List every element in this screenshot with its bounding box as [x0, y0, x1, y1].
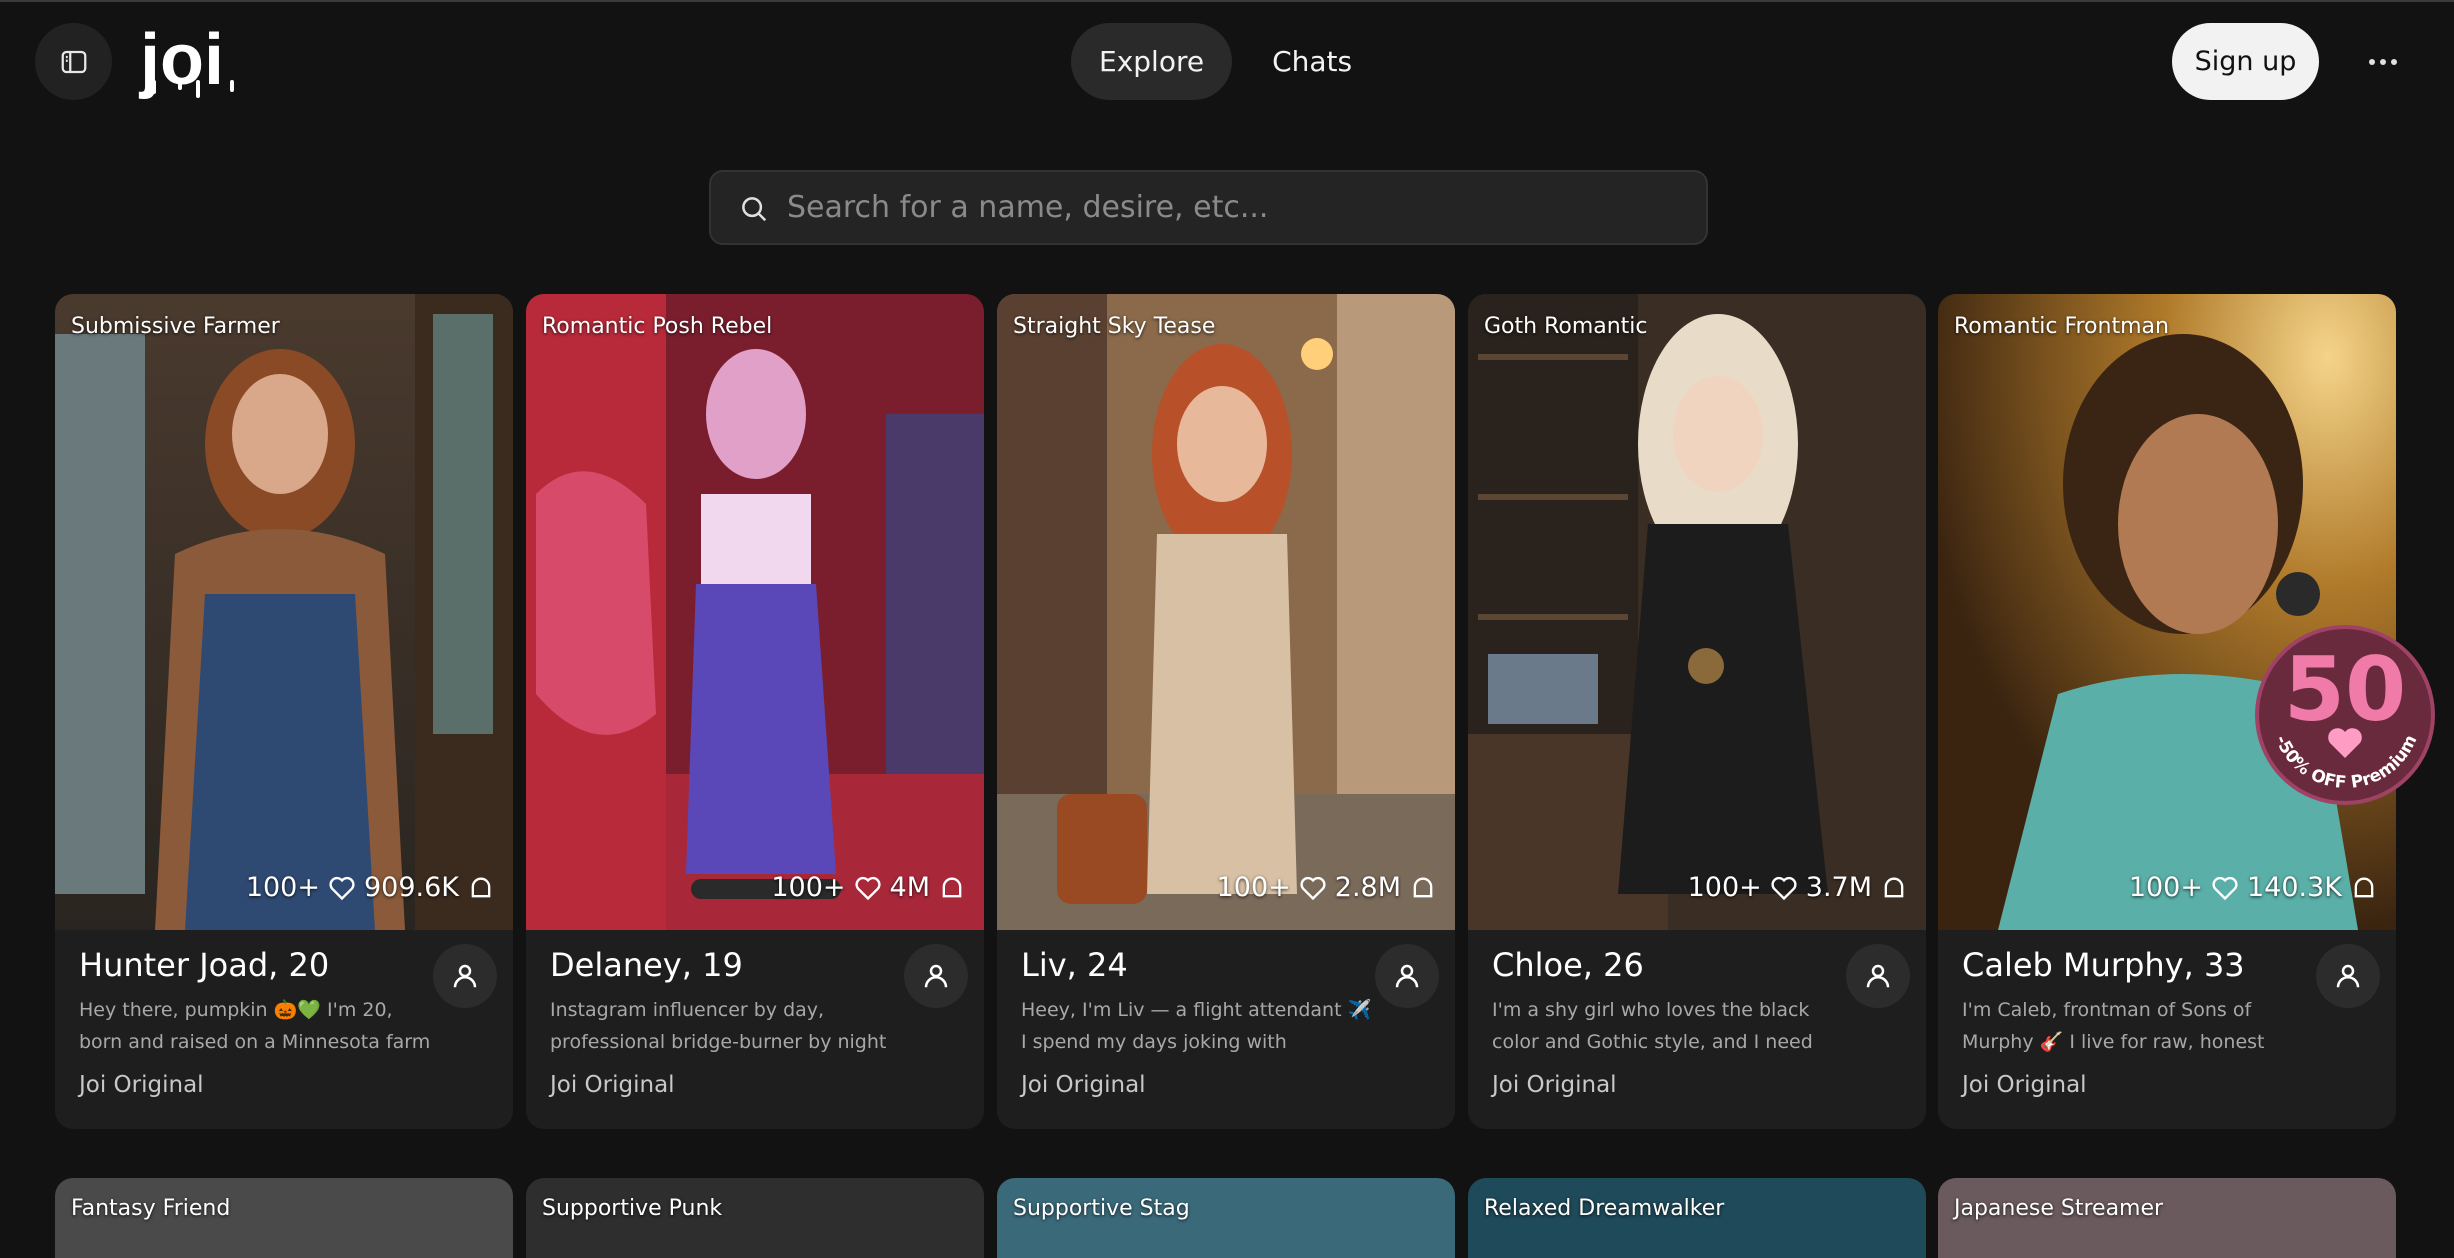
tab-chats[interactable]: Chats	[1244, 23, 1380, 100]
view-profile-button[interactable]	[2316, 944, 2380, 1008]
chats-count: 140.3K	[2246, 872, 2342, 903]
search-icon	[742, 197, 767, 222]
character-description: Heey, I'm Liv — a flight attendant ✈️ I …	[1021, 999, 1372, 1053]
character-tag: Relaxed Dreamwalker	[1484, 1196, 1725, 1221]
chat-bubble-icon	[1884, 877, 1904, 897]
card-stats: 100+ 140.3K	[2129, 872, 2378, 903]
view-profile-button[interactable]	[433, 944, 497, 1008]
chat-bubble-icon	[942, 877, 962, 897]
joi-logo[interactable]: joi	[138, 18, 250, 104]
view-profile-button[interactable]	[1846, 944, 1910, 1008]
character-source: Joi Original	[1021, 1072, 1146, 1098]
more-horizontal-icon	[2369, 59, 2397, 65]
character-tag: Supportive Punk	[542, 1196, 723, 1221]
character-card[interactable]: Japanese Streamer	[1938, 1178, 2396, 1258]
chats-count: 4M	[889, 872, 930, 903]
heart-icon	[2212, 876, 2238, 900]
chats-count: 2.8M	[1334, 872, 1401, 903]
card-stats: 100+ 4M	[771, 872, 966, 903]
character-source: Joi Original	[1492, 1072, 1617, 1098]
character-name: Hunter Joad, 20	[79, 946, 330, 984]
character-description: I'm Caleb, frontman of Sons of Murphy 🎸 …	[1962, 999, 2265, 1053]
chats-count: 3.7M	[1805, 872, 1872, 903]
character-card[interactable]: Supportive Punk	[526, 1178, 984, 1258]
character-tag: Supportive Stag	[1013, 1196, 1190, 1221]
view-profile-button[interactable]	[1375, 944, 1439, 1008]
heart-icon	[854, 876, 881, 900]
likes-count: 100+	[245, 872, 320, 903]
character-tag: Goth Romantic	[1484, 314, 1648, 339]
heart-icon	[1771, 876, 1797, 900]
character-card[interactable]: Fantasy Friend	[55, 1178, 513, 1258]
character-image: Romantic Frontman 100+ 140.3K	[1938, 294, 2396, 930]
svg-text:50: 50	[2284, 638, 2406, 741]
character-tag: Romantic Frontman	[1954, 314, 2169, 339]
sidebar-toggle-icon	[61, 50, 86, 73]
likes-count: 100+	[2128, 872, 2203, 903]
user-icon	[1395, 964, 1419, 988]
chats-count: 909.6K	[363, 872, 459, 903]
sign-up-button[interactable]: Sign up	[2172, 23, 2319, 100]
character-description: Instagram influencer by day, professiona…	[550, 999, 887, 1053]
user-icon	[924, 964, 948, 988]
user-icon	[2336, 964, 2360, 988]
character-card[interactable]: Submissive Farmer 100+ 909.6K Hunter Joa…	[55, 294, 513, 1129]
character-image: Straight Sky Tease 100+ 2.8M	[997, 294, 1455, 930]
character-tag: Submissive Farmer	[71, 314, 280, 339]
character-source: Joi Original	[550, 1072, 675, 1098]
character-card[interactable]: Straight Sky Tease 100+ 2.8M Liv, 24 Hee…	[997, 294, 1455, 1129]
character-card[interactable]: Relaxed Dreamwalker	[1468, 1178, 1926, 1258]
sidebar-toggle-button[interactable]	[35, 23, 112, 100]
user-icon	[1866, 964, 1890, 988]
search-bar	[709, 170, 1708, 245]
card-stats: 100+ 2.8M	[1217, 872, 1437, 903]
card-stats: 100+ 3.7M	[1688, 872, 1908, 903]
character-image: Goth Romantic 100+ 3.7M	[1468, 294, 1926, 930]
character-name: Liv, 24	[1021, 946, 1128, 984]
heart-icon	[329, 876, 355, 900]
character-source: Joi Original	[79, 1072, 204, 1098]
likes-count: 100+	[1687, 872, 1762, 903]
character-card[interactable]: Goth Romantic 100+ 3.7M Chloe, 26 I'm a …	[1468, 294, 1926, 1129]
tab-explore[interactable]: Explore	[1071, 23, 1233, 100]
likes-count: 100+	[1216, 872, 1291, 903]
view-profile-button[interactable]	[904, 944, 968, 1008]
character-tag: Fantasy Friend	[71, 1196, 231, 1221]
card-stats: 100+ 909.6K	[246, 872, 495, 903]
character-card[interactable]: Romantic Posh Rebel 100+ 4M Delaney, 19 …	[526, 294, 984, 1129]
top-bar: joi Explore Chats Sign up	[0, 0, 2454, 125]
heart-icon	[1300, 876, 1326, 900]
search-input[interactable]	[787, 172, 1687, 243]
character-image: Submissive Farmer 100+ 909.6K	[55, 294, 513, 930]
character-tag: Japanese Streamer	[1954, 1196, 2164, 1221]
chat-bubble-icon	[471, 877, 491, 897]
character-source: Joi Original	[1962, 1072, 2087, 1098]
main-nav: Explore Chats	[1071, 23, 1380, 100]
user-icon	[453, 964, 477, 988]
character-description: Hey there, pumpkin 🎃💚 I'm 20, born and r…	[79, 999, 431, 1053]
character-image: Romantic Posh Rebel 100+ 4M	[526, 294, 984, 930]
character-tag: Straight Sky Tease	[1013, 314, 1216, 339]
character-card[interactable]: Supportive Stag	[997, 1178, 1455, 1258]
chat-bubble-icon	[1413, 877, 1433, 897]
character-name: Chloe, 26	[1492, 946, 1644, 984]
character-description: I'm a shy girl who loves the black color…	[1492, 999, 1813, 1053]
chat-bubble-icon	[2354, 877, 2374, 897]
more-options-button[interactable]	[2358, 40, 2408, 84]
likes-count: 100+	[771, 872, 846, 903]
character-tag: Romantic Posh Rebel	[542, 314, 773, 339]
character-name: Caleb Murphy, 33	[1962, 946, 2245, 984]
character-name: Delaney, 19	[550, 946, 743, 984]
premium-discount-badge[interactable]: 50 -50% OFF Premium	[2250, 620, 2440, 810]
